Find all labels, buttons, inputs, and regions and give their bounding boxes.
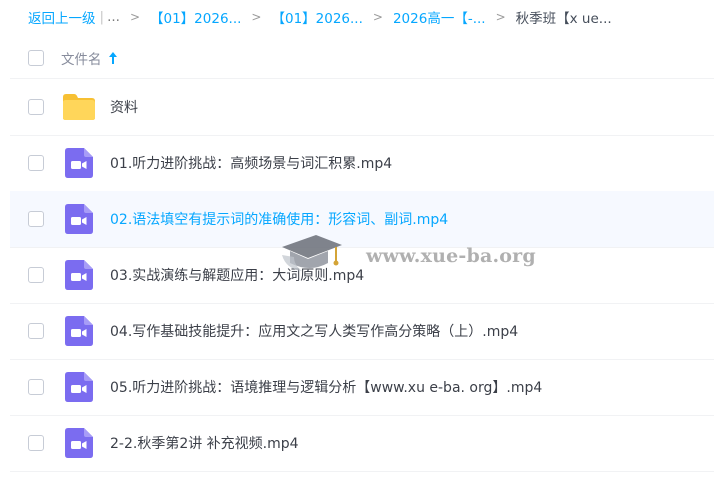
- table-row[interactable]: 01.听力进阶挑战：高频场景与词汇积累.mp4: [10, 135, 714, 192]
- file-name[interactable]: 2-2.秋季第2讲 补充视频.mp4: [110, 433, 299, 453]
- video-file-icon: [65, 204, 93, 234]
- table-row[interactable]: 2-2.秋季第2讲 补充视频.mp4: [10, 415, 714, 472]
- file-browser: 返回上一级 | ... > 【01】2026... > 【01】2026... …: [0, 0, 714, 484]
- chevron-right-icon: >: [129, 10, 140, 24]
- back-link[interactable]: 返回上一级: [28, 7, 96, 27]
- file-name[interactable]: 资料: [110, 97, 138, 117]
- table-header: 文件名: [10, 38, 714, 79]
- table-row[interactable]: 资料: [10, 79, 714, 136]
- row-checkbox[interactable]: [28, 323, 44, 339]
- breadcrumb-item-2[interactable]: 【01】2026...: [271, 7, 362, 27]
- row-checkbox[interactable]: [28, 267, 44, 283]
- file-name[interactable]: 05.听力进阶挑战：语境推理与逻辑分析【www.xu e-ba. org】.mp…: [110, 377, 542, 397]
- folder-icon: [61, 93, 96, 121]
- column-header-label: 文件名: [61, 52, 102, 68]
- chevron-right-icon: >: [495, 10, 506, 24]
- video-file-icon: [65, 148, 93, 178]
- table-row[interactable]: 02.语法填空有提示词的准确使用：形容词、副词.mp4: [10, 191, 714, 248]
- select-all-checkbox[interactable]: [28, 50, 44, 66]
- video-file-icon: [65, 260, 93, 290]
- file-name[interactable]: 04.写作基础技能提升：应用文之写人类写作高分策略（上）.mp4: [110, 321, 518, 341]
- row-checkbox[interactable]: [28, 99, 44, 115]
- file-name[interactable]: 02.语法填空有提示词的准确使用：形容词、副词.mp4: [110, 209, 448, 229]
- row-checkbox[interactable]: [28, 435, 44, 451]
- video-file-icon: [65, 428, 93, 458]
- table-row[interactable]: 05.听力进阶挑战：语境推理与逻辑分析【www.xu e-ba. org】.mp…: [10, 359, 714, 416]
- table-row[interactable]: 04.写作基础技能提升：应用文之写人类写作高分策略（上）.mp4: [10, 303, 714, 360]
- row-checkbox[interactable]: [28, 211, 44, 227]
- chevron-right-icon: >: [372, 10, 383, 24]
- breadcrumb-item-3[interactable]: 2026高一【-...: [393, 7, 486, 27]
- video-file-icon: [65, 316, 93, 346]
- sort-ascending-icon[interactable]: [108, 51, 118, 65]
- breadcrumb: 返回上一级 | ... > 【01】2026... > 【01】2026... …: [28, 0, 612, 34]
- chevron-right-icon: >: [251, 10, 262, 24]
- breadcrumb-current: 秋季班【x ue...: [515, 11, 612, 27]
- breadcrumb-separator: |: [99, 9, 105, 25]
- breadcrumb-item-1[interactable]: 【01】2026...: [150, 7, 241, 27]
- file-name[interactable]: 01.听力进阶挑战：高频场景与词汇积累.mp4: [110, 153, 392, 173]
- column-header-filename[interactable]: 文件名: [61, 48, 118, 68]
- file-name[interactable]: 03.实战演练与解题应用：大词原则.mp4: [110, 265, 364, 285]
- table-row[interactable]: 03.实战演练与解题应用：大词原则.mp4: [10, 247, 714, 304]
- row-checkbox[interactable]: [28, 379, 44, 395]
- row-checkbox[interactable]: [28, 155, 44, 171]
- video-file-icon: [65, 372, 93, 402]
- breadcrumb-ellipsis[interactable]: ...: [107, 9, 120, 25]
